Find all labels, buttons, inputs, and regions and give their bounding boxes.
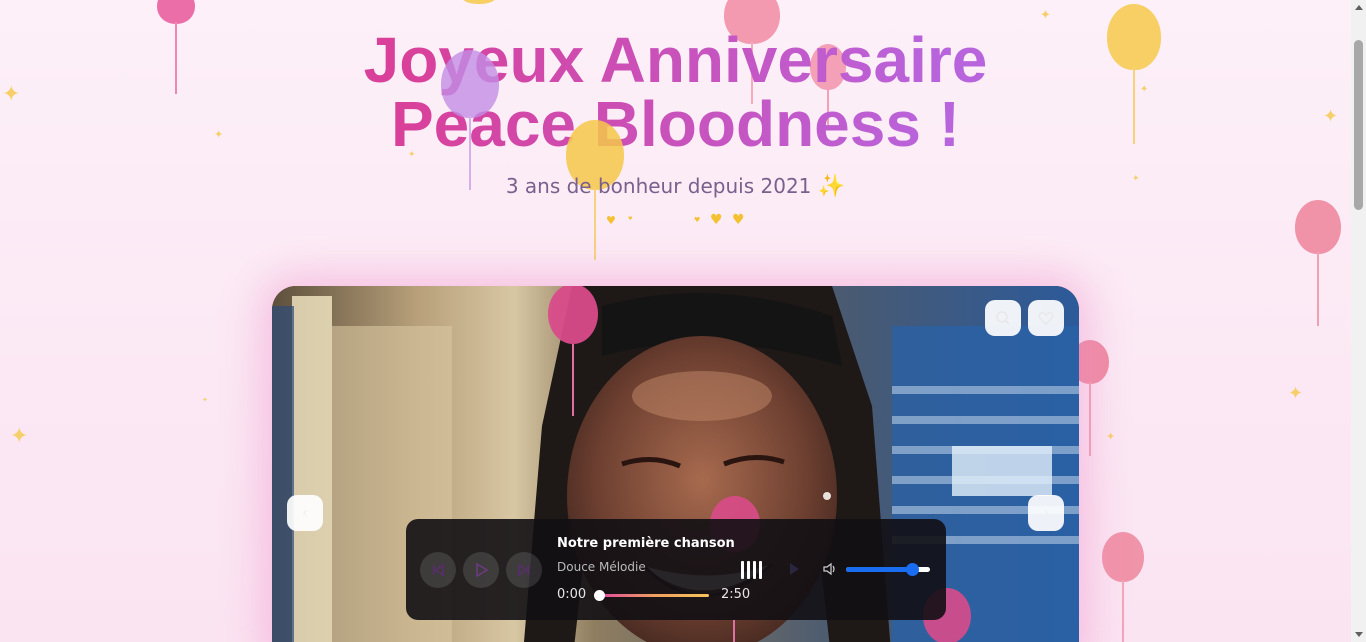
scrollbar[interactable]	[1351, 0, 1366, 642]
next-track-button[interactable]	[506, 552, 542, 588]
volume-fill	[846, 567, 912, 572]
page-title: Joyeux Anniversaire Peace Bloodness !	[0, 28, 1351, 156]
skip-forward-icon	[518, 563, 529, 577]
chevron-right-icon: ›	[1043, 505, 1049, 521]
heart-icon: ♥	[628, 216, 633, 222]
sparkle-icon: ✦	[1288, 383, 1304, 404]
hearts-decoration: ♥ ♥ ♥ ♥ ♥	[598, 212, 758, 232]
volume-icon[interactable]	[822, 562, 838, 576]
zoom-icon	[996, 311, 1010, 325]
volume-slider[interactable]	[846, 563, 930, 576]
sparkle-icon: ✦	[1106, 430, 1116, 443]
song-title: Notre première chanson	[557, 536, 735, 551]
next-photo-button[interactable]: ›	[1028, 495, 1064, 531]
title-line-1: Joyeux Anniversaire	[363, 24, 988, 96]
progress-handle[interactable]	[594, 590, 605, 601]
balloon-decoration	[1102, 532, 1144, 642]
scroll-up-arrow-icon[interactable]	[1351, 0, 1366, 15]
sparkle-icon: ✦	[1040, 8, 1051, 23]
balloon-string	[733, 620, 735, 642]
heart-icon: ♥	[732, 212, 745, 228]
volume-handle[interactable]	[905, 563, 919, 576]
skip-back-icon	[433, 563, 444, 577]
balloon-decoration	[441, 50, 499, 192]
music-player: Notre première chanson Douce Mélodie 0:0…	[406, 519, 946, 620]
balloon-decoration	[1295, 200, 1341, 328]
current-time: 0:00	[557, 587, 587, 602]
play-icon	[476, 562, 489, 578]
sparkles-icon: ✨	[817, 174, 846, 199]
page: ✦ ✦ ✦ ✦ ✦ ✦ ✦ ✦ ✦ ✦ ✦ Joyeux Anniversair…	[0, 0, 1351, 642]
scroll-thumb[interactable]	[1354, 40, 1363, 210]
duration: 2:50	[721, 587, 751, 602]
song-artist: Douce Mélodie	[557, 560, 646, 574]
subtitle-text: 3 ans de bonheur depuis 2021	[505, 174, 812, 198]
heart-icon: ♥	[710, 212, 723, 228]
scroll-down-arrow-icon[interactable]	[1351, 627, 1366, 642]
sparkle-icon: ✦	[202, 396, 208, 404]
sparkle-icon: ✦	[10, 424, 29, 449]
heart-icon: ♥	[606, 214, 616, 227]
previous-photo-button[interactable]: ‹	[287, 495, 323, 531]
title-line-2: Peace Bloodness !	[390, 88, 961, 160]
subtitle: 3 ans de bonheur depuis 2021 ✨	[0, 174, 1351, 199]
heart-icon	[1038, 312, 1054, 325]
play-button[interactable]	[463, 552, 499, 588]
playlist-arrow-icon	[790, 563, 799, 575]
previous-track-button[interactable]	[420, 552, 456, 588]
like-button[interactable]	[1028, 300, 1064, 336]
equalizer-icon	[741, 561, 763, 579]
chevron-left-icon: ‹	[302, 505, 308, 521]
zoom-button[interactable]	[985, 300, 1021, 336]
progress-bar[interactable]	[599, 594, 709, 597]
heart-icon: ♥	[694, 216, 701, 224]
